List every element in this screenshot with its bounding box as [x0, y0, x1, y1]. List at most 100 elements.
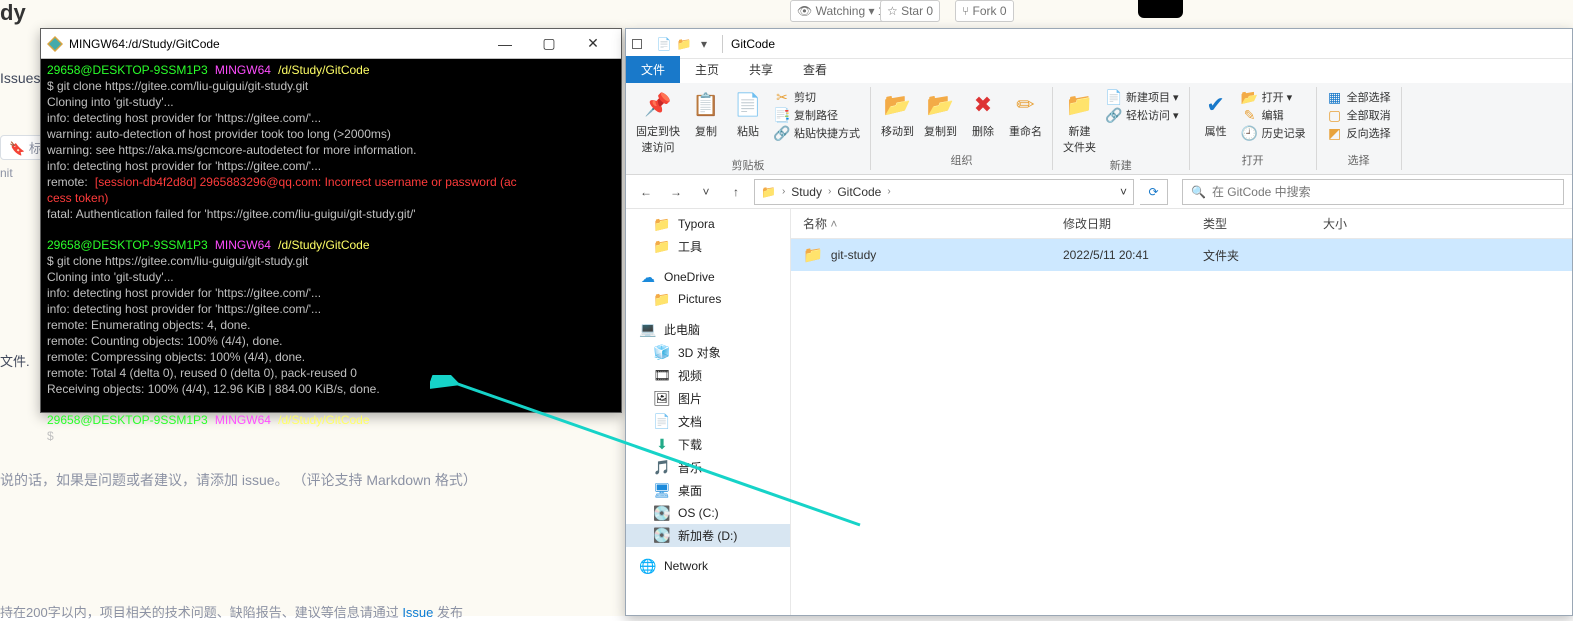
nav-newvol-d[interactable]: 💽新加卷 (D:) [626, 524, 790, 547]
tab-share[interactable]: 共享 [734, 56, 788, 83]
col-type[interactable]: 类型 [1191, 209, 1311, 238]
tab-view[interactable]: 查看 [788, 56, 842, 83]
nav-network[interactable]: 🌐Network [626, 555, 790, 577]
terminal-titlebar[interactable]: MINGW64:/d/Study/GitCode — ▢ ✕ [41, 29, 621, 59]
folder-icon: 📁 [654, 291, 670, 307]
system-menu-icon[interactable] [632, 39, 642, 49]
tab-home[interactable]: 主页 [680, 56, 734, 83]
nav-tools[interactable]: 📁工具 [626, 235, 790, 258]
nav-pictures[interactable]: 📁Pictures [626, 288, 790, 310]
refresh-button[interactable]: ⟳ [1140, 179, 1168, 205]
nav-osc-label: OS (C:) [678, 506, 719, 520]
address-dropdown-icon[interactable]: ˅ [1120, 185, 1127, 199]
terminal-output[interactable]: 29658@DESKTOP-9SSM1P3 MINGW64 /d/Study/G… [41, 59, 621, 449]
avatar[interactable] [1138, 0, 1183, 18]
edit-button[interactable]: ✎编辑 [1242, 107, 1306, 123]
properties-button[interactable]: ✔属性 [1200, 89, 1232, 139]
explorer-titlebar[interactable]: 📄 📁 ▾ GitCode [626, 29, 1572, 59]
pin-button[interactable]: 📌固定到快 速访问 [636, 89, 680, 155]
file-name: git-study [831, 248, 876, 262]
pasteshortcut-button[interactable]: 🔗粘贴快捷方式 [774, 125, 860, 141]
newitem-button[interactable]: 📄新建项目 ▾ [1106, 89, 1179, 105]
prompt-mingw-3: MINGW64 [215, 413, 271, 427]
forward-button[interactable]: → [664, 180, 688, 204]
minimize-button[interactable]: — [483, 30, 527, 58]
ribbon-group-organize: 📂移动到 📂复制到 ✖删除 ✏重命名 组织 [871, 87, 1053, 170]
downloads-icon: ⬇ [654, 437, 670, 453]
prompt-path: /d/Study/GitCode [278, 63, 369, 77]
chevron-right-icon: › [782, 186, 785, 197]
selectall-label: 全部选择 [1347, 89, 1391, 105]
file-list-pane[interactable]: 名称 ˄ 修改日期 类型 大小 📁git-study 2022/5/11 20:… [791, 209, 1572, 615]
close-button[interactable]: ✕ [571, 30, 615, 58]
watch-button[interactable]: 👁 Watching ▾ 1 [790, 0, 892, 22]
history-button[interactable]: 🕘历史记录 [1242, 125, 1306, 141]
issues-tab[interactable]: Issues [0, 70, 40, 86]
videos-icon: 🎞 [654, 368, 670, 384]
nav-documents[interactable]: 📄文档 [626, 410, 790, 433]
moveto-icon: 📂 [882, 89, 914, 121]
out-r3: remote: Compressing objects: 100% (4/4),… [47, 350, 305, 364]
search-placeholder: 在 GitCode 中搜索 [1212, 183, 1311, 200]
nav-thispc[interactable]: 💻此电脑 [626, 318, 790, 341]
moveto-label: 移动到 [881, 123, 914, 139]
cut-label: 剪切 [794, 89, 816, 105]
nav-network-label: Network [664, 559, 708, 573]
qat-dropdown-icon[interactable]: ▾ [694, 34, 714, 54]
nav-onedrive[interactable]: ☁OneDrive [626, 266, 790, 288]
nav-pictures-cn[interactable]: 🖼图片 [626, 387, 790, 410]
nav-3dobjects[interactable]: 🧊3D 对象 [626, 341, 790, 364]
repo-name-fragment: dy [0, 0, 26, 26]
breadcrumb-study[interactable]: Study [791, 185, 822, 199]
folder-icon: 📁 [654, 239, 670, 255]
prompt-mingw: MINGW64 [215, 63, 271, 77]
file-row-gitstudy[interactable]: 📁git-study 2022/5/11 20:41 文件夹 [791, 239, 1572, 271]
copyto-icon: 📂 [925, 89, 957, 121]
nav-typora[interactable]: 📁Typora [626, 213, 790, 235]
nav-videos[interactable]: 🎞视频 [626, 364, 790, 387]
issue-link[interactable]: Issue [402, 605, 433, 620]
nav-pane[interactable]: 📁Typora 📁工具 ☁OneDrive 📁Pictures 💻此电脑 🧊3D… [626, 209, 791, 615]
col-name[interactable]: 名称 ˄ [791, 209, 1051, 238]
nav-music[interactable]: 🎵音乐 [626, 456, 790, 479]
out-c2: info: detecting host provider for 'https… [47, 286, 321, 300]
tab-file[interactable]: 文件 [626, 56, 680, 83]
cut-button[interactable]: ✂剪切 [774, 89, 860, 105]
address-bar[interactable]: 📁 › Study › GitCode › ˅ [754, 179, 1134, 205]
fork-button[interactable]: ⑂ Fork 0 [955, 0, 1014, 22]
col-date[interactable]: 修改日期 [1051, 209, 1191, 238]
search-input[interactable]: 🔍 在 GitCode 中搜索 [1182, 179, 1564, 205]
nav-picturescn-label: 图片 [678, 390, 702, 407]
paste-button[interactable]: 📄粘贴 [732, 89, 764, 139]
star-button[interactable]: ☆ Star 0 [880, 0, 940, 22]
breadcrumb-gitcode[interactable]: GitCode [837, 185, 881, 199]
desktop-icon: 🖥 [654, 483, 670, 499]
copypath-button[interactable]: 📑复制路径 [774, 107, 860, 123]
recent-dropdown[interactable]: ˅ [694, 180, 718, 204]
easyaccess-button[interactable]: 🔗轻松访问 ▾ [1106, 107, 1179, 123]
up-button[interactable]: ↑ [724, 180, 748, 204]
nav-docs-label: 文档 [678, 413, 702, 430]
rename-button[interactable]: ✏重命名 [1009, 89, 1042, 139]
qat-newfolder-icon[interactable]: 📁 [674, 34, 694, 54]
explorer-window: 📄 📁 ▾ GitCode 文件 主页 共享 查看 📌固定到快 速访问 📋复制 … [625, 28, 1573, 616]
delete-button[interactable]: ✖删除 [967, 89, 999, 139]
maximize-button[interactable]: ▢ [527, 30, 571, 58]
file-size [1311, 251, 1391, 259]
ribbon: 📌固定到快 速访问 📋复制 📄粘贴 ✂剪切 📑复制路径 🔗粘贴快捷方式 剪贴板 … [626, 83, 1572, 175]
back-button[interactable]: ← [634, 180, 658, 204]
open-button[interactable]: 📂打开 ▾ [1242, 89, 1306, 105]
easyaccess-label: 轻松访问 ▾ [1126, 107, 1179, 123]
newfolder-button[interactable]: 📁新建 文件夹 [1063, 89, 1096, 155]
invertselect-button[interactable]: ◩反向选择 [1327, 125, 1391, 141]
qat-properties-icon[interactable]: 📄 [654, 34, 674, 54]
copyto-button[interactable]: 📂复制到 [924, 89, 957, 139]
nav-osc[interactable]: 💽OS (C:) [626, 502, 790, 524]
copy-button[interactable]: 📋复制 [690, 89, 722, 139]
moveto-button[interactable]: 📂 移动到 [881, 89, 914, 139]
selectall-button[interactable]: ▦全部选择 [1327, 89, 1391, 105]
col-size[interactable]: 大小 [1311, 209, 1391, 238]
nav-downloads[interactable]: ⬇下载 [626, 433, 790, 456]
selectnone-button[interactable]: ▢全部取消 [1327, 107, 1391, 123]
nav-desktop[interactable]: 🖥桌面 [626, 479, 790, 502]
